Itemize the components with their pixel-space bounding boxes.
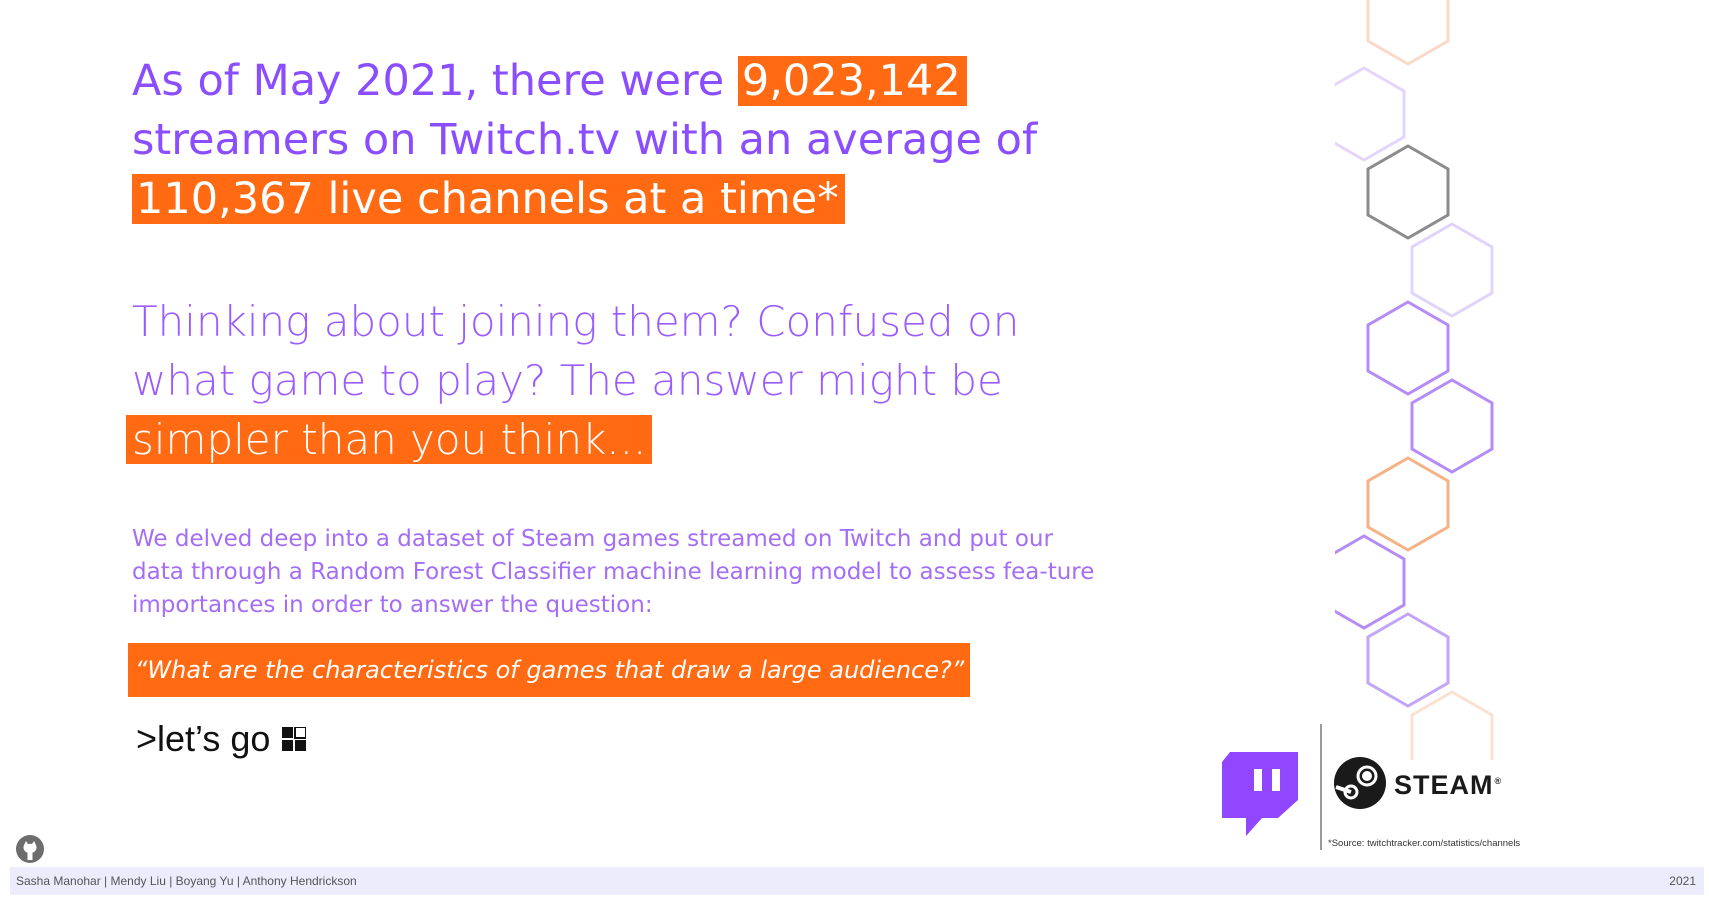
- logo-divider: [1320, 724, 1322, 850]
- hook-text: Thinking about joining them? Confused on…: [132, 297, 1020, 405]
- source-note: *Source: twitchtracker.com/statistics/ch…: [1328, 838, 1521, 849]
- lets-go-label[interactable]: >let’s go: [136, 718, 270, 760]
- footer-authors: Sasha Manohar | Mendy Liu | Boyang Yu | …: [16, 874, 357, 888]
- github-icon[interactable]: [16, 835, 44, 867]
- hook-paragraph: Thinking about joining them? Confused on…: [126, 292, 1132, 469]
- hook-highlight: simpler than you think...: [126, 415, 653, 464]
- headline-text-2: streamers on Twitch.tv with an average o…: [132, 115, 1038, 165]
- footer-year: 2021: [1669, 874, 1696, 888]
- live-channels-highlight: 110,367 live channels at a time*: [132, 174, 845, 224]
- steam-logo: STEAM®: [1334, 757, 1502, 813]
- research-question-banner: “What are the characteristics of games t…: [128, 643, 970, 697]
- headline: As of May 2021, there were 9,023,142 str…: [132, 52, 1092, 229]
- streamers-count-highlight: 9,023,142: [737, 56, 967, 106]
- description-paragraph: We delved deep into a dataset of Steam g…: [132, 526, 1095, 618]
- twitch-icon: [1222, 752, 1298, 840]
- headline-text-1: As of May 2021, there were: [132, 56, 738, 106]
- steam-icon: [1334, 757, 1386, 813]
- grid-icon[interactable]: [282, 718, 308, 760]
- hexagon-decoration: [1335, 0, 1494, 760]
- lets-go-link[interactable]: >let’s go: [136, 718, 308, 760]
- steam-wordmark: STEAM®: [1394, 769, 1503, 800]
- footer-bar: Sasha Manohar | Mendy Liu | Boyang Yu | …: [10, 867, 1704, 895]
